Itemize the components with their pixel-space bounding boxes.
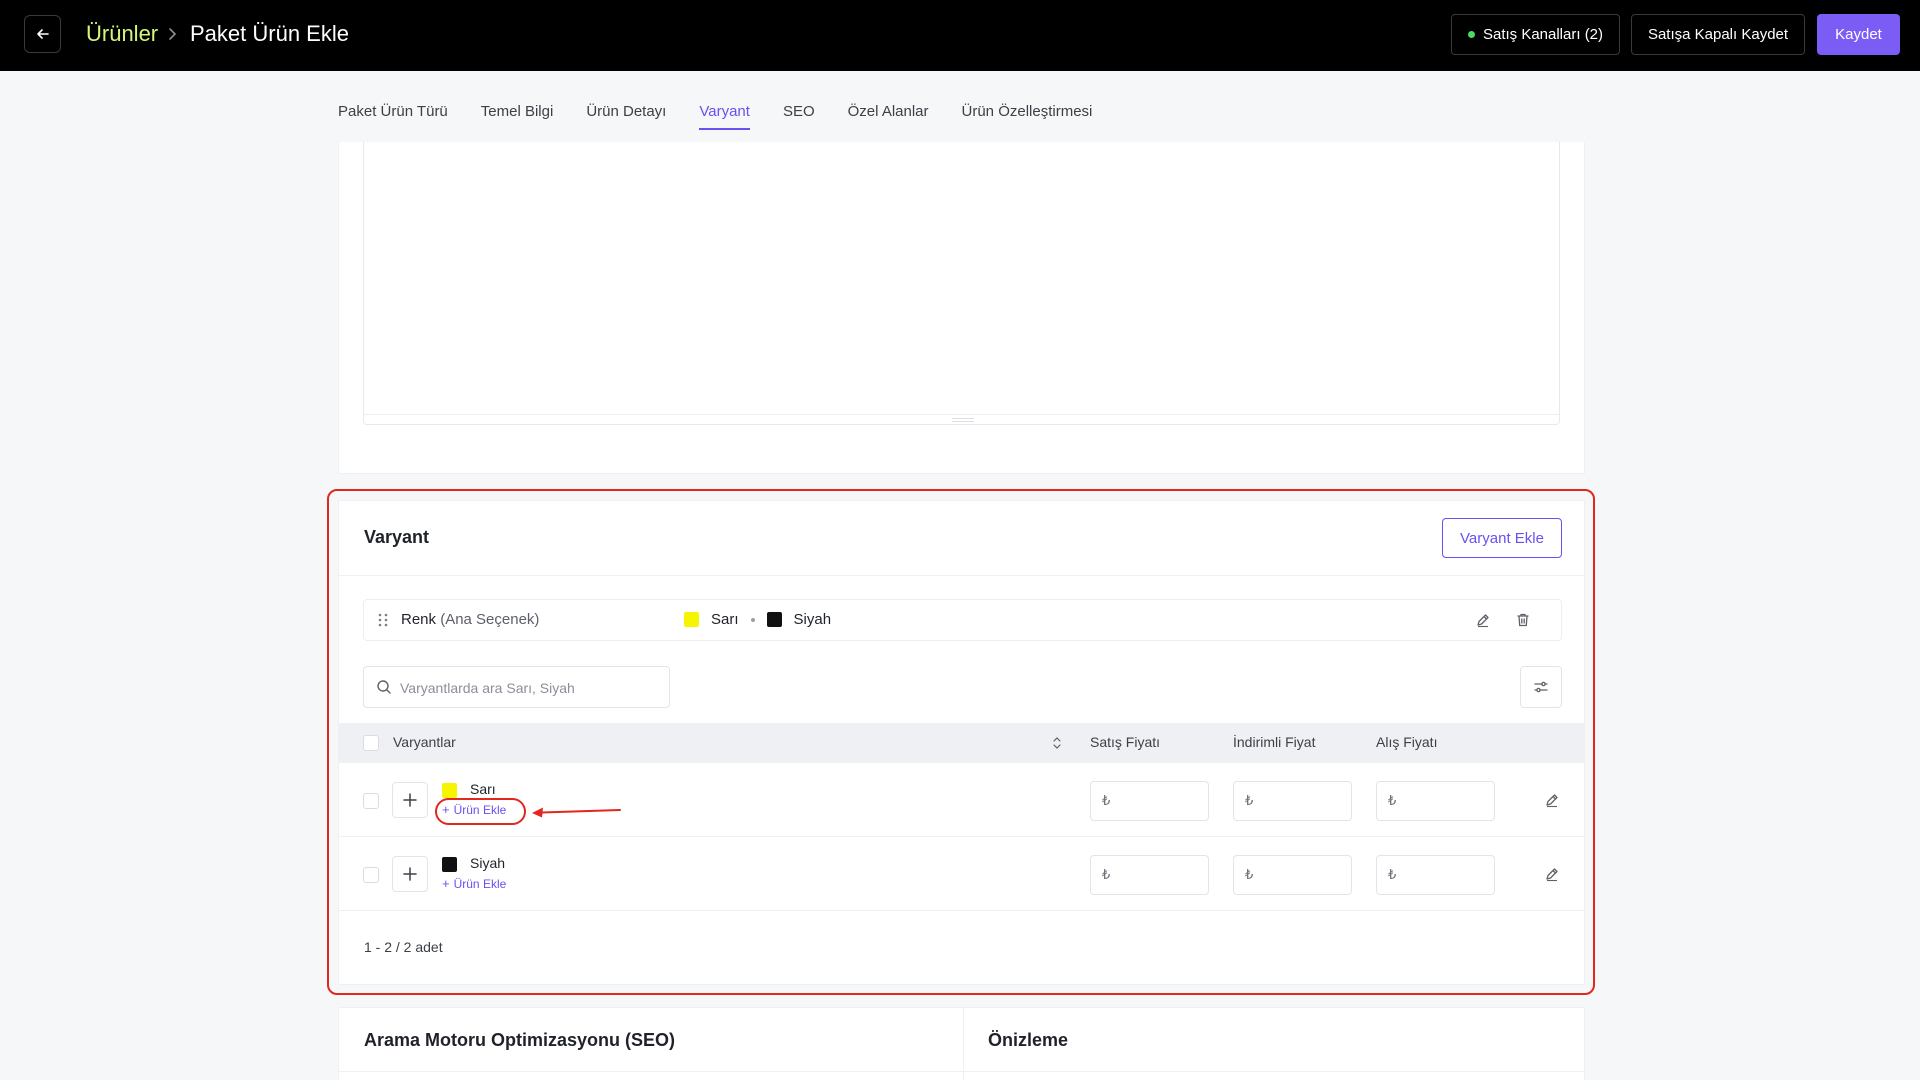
tab-product-detail[interactable]: Ürün Detayı [586,101,666,131]
status-dot-icon [1467,31,1475,38]
text-editor[interactable] [363,142,1560,425]
divider [339,1071,1584,1072]
section-tabs: Paket Ürün Türü Temel Bilgi Ürün Detayı … [338,101,1125,131]
arrow-left-icon [36,29,49,39]
preview-section-title: Önizleme [988,1030,1069,1050]
back-button[interactable] [24,15,61,53]
tab-package-type[interactable]: Paket Ürün Türü [338,101,448,131]
save-button[interactable]: Kaydet [1817,14,1900,55]
tab-basic-info[interactable]: Temel Bilgi [481,101,554,131]
resize-handle[interactable] [952,418,974,422]
page-title: Paket Ürün Ekle [190,21,349,46]
divider [963,1008,964,1080]
top-bar: Ürünler Paket Ürün Ekle Satış Kanalları … [0,0,1920,71]
description-card [338,142,1585,474]
chevron-right-icon [169,28,177,40]
tab-variant[interactable]: Varyant [699,101,750,131]
editor-footer-divider [364,414,1559,415]
annotation-arrow-icon [532,807,621,818]
tab-customization[interactable]: Ürün Özelleştirmesi [962,101,1093,131]
seo-section-title: Arama Motoru Optimizasyonu (SEO) [364,1030,676,1050]
annotation-oval [435,798,526,825]
tab-custom-fields[interactable]: Özel Alanlar [848,101,929,131]
tab-seo[interactable]: SEO [783,101,815,131]
sales-channels-button[interactable]: Satış Kanalları (2) [1451,14,1620,55]
annotation-highlight-frame [327,489,1595,995]
breadcrumb-parent[interactable]: Ürünler [86,19,158,49]
seo-card: Arama Motoru Optimizasyonu (SEO) Önizlem… [338,1007,1585,1080]
save-closed-button[interactable]: Satışa Kapalı Kaydet [1631,14,1805,55]
sales-channels-label: Satış Kanalları (2) [1482,26,1604,43]
